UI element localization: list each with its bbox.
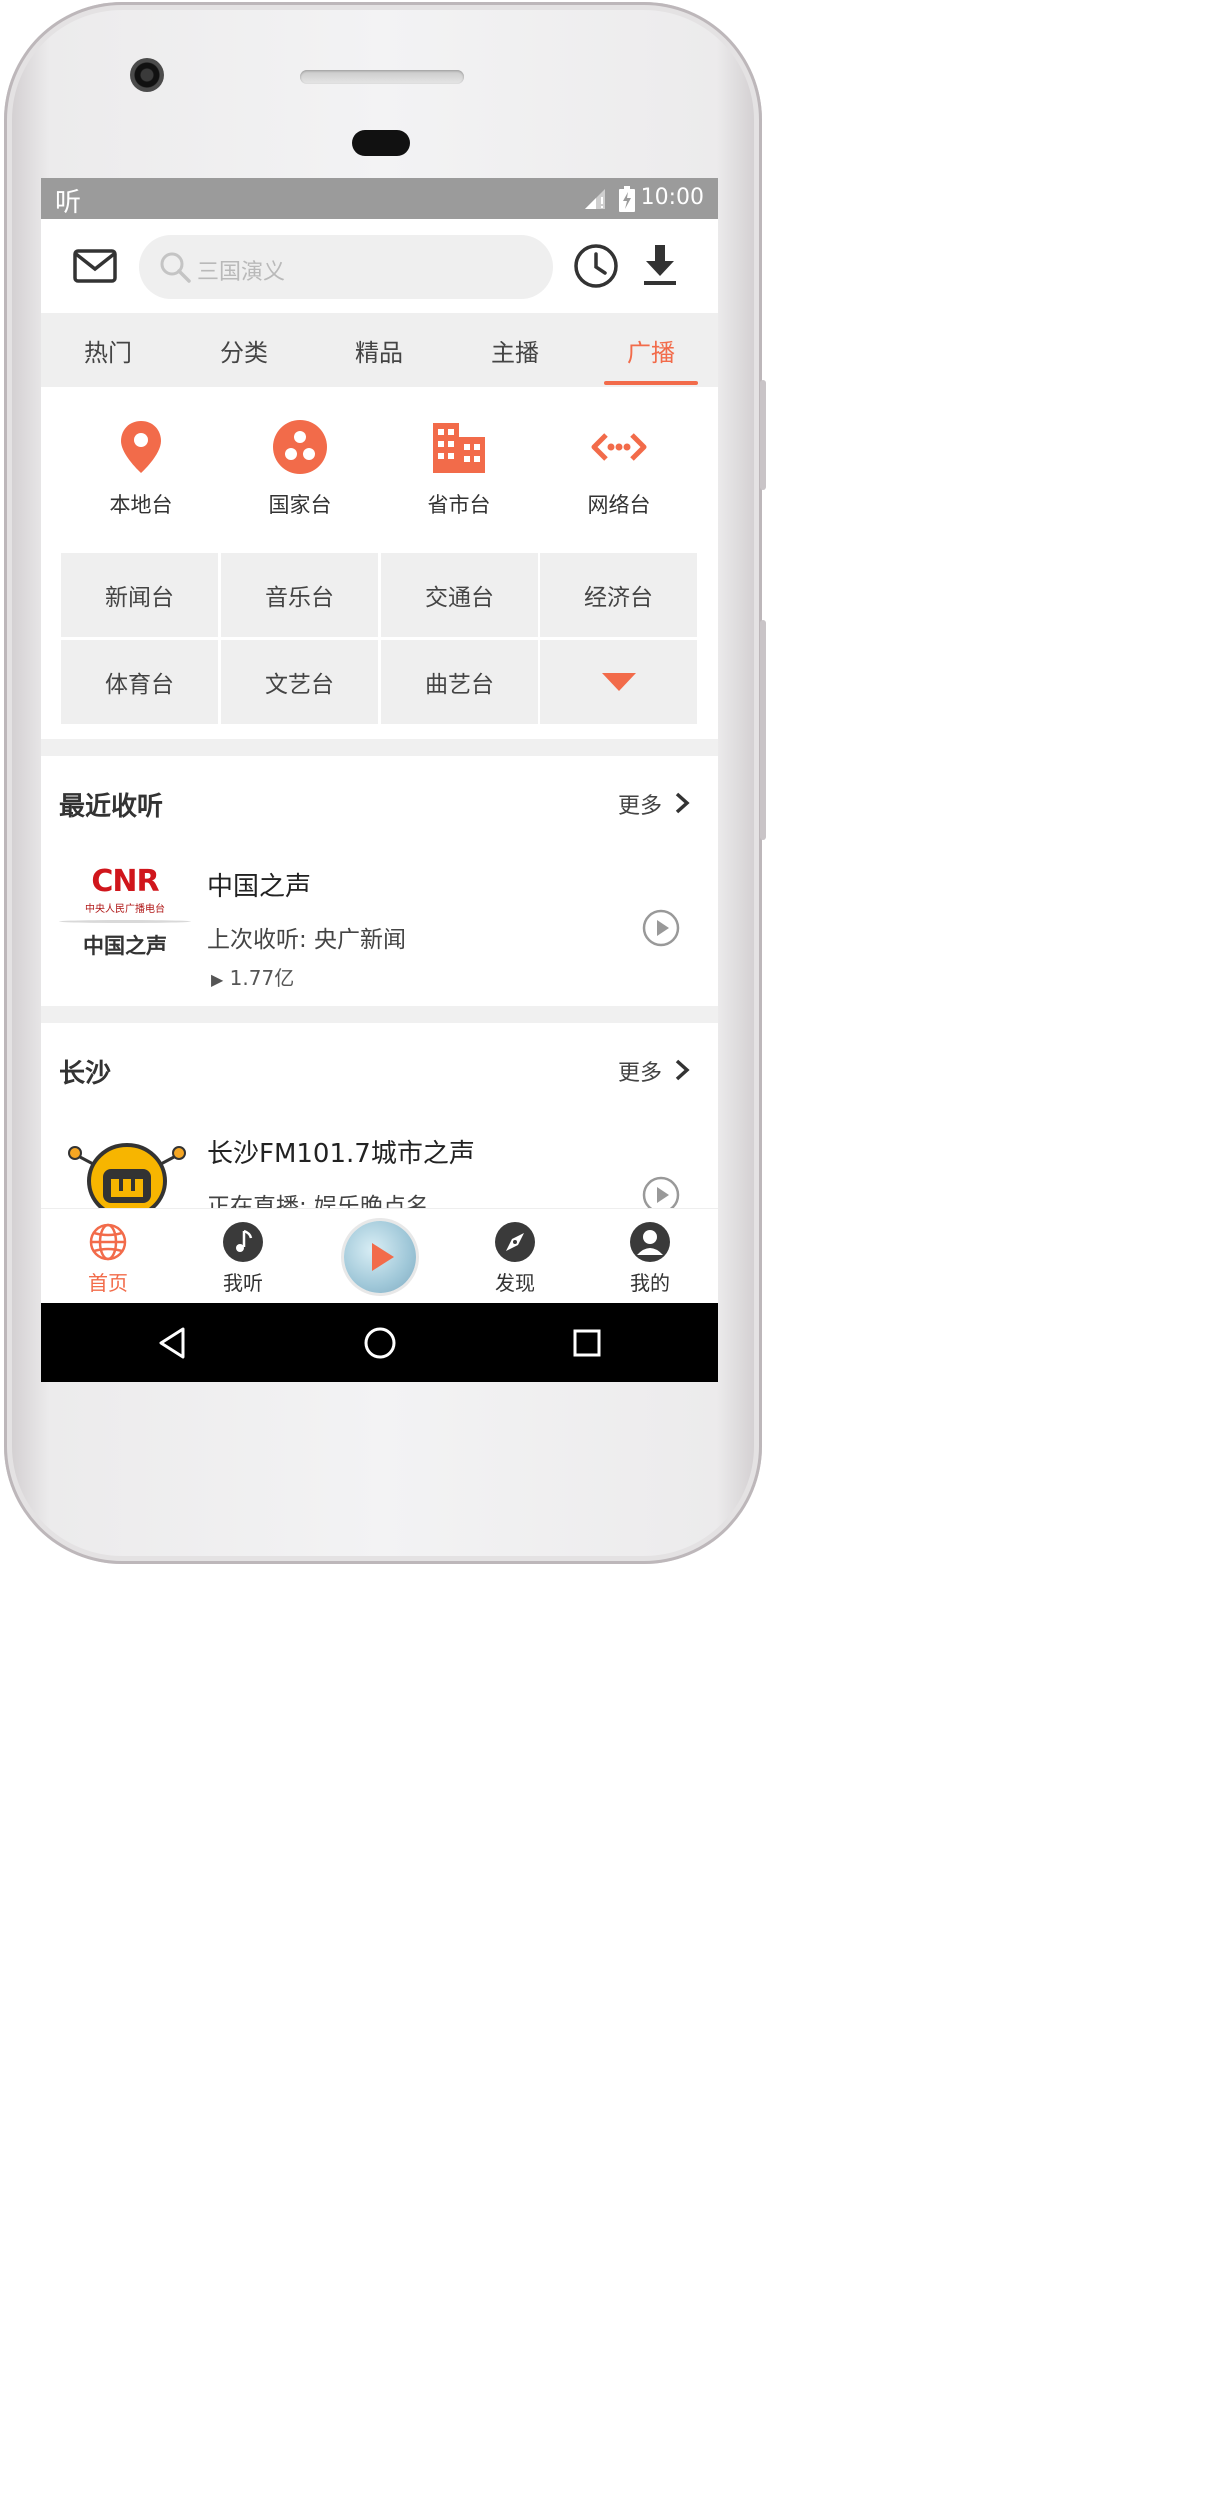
mail-icon[interactable] bbox=[73, 249, 117, 283]
expand-genres-button[interactable] bbox=[540, 640, 697, 724]
station-name[interactable]: 中国之声 bbox=[207, 866, 311, 903]
genre-arts[interactable]: 文艺台 bbox=[221, 640, 378, 724]
genre-folk-arts[interactable]: 曲艺台 bbox=[381, 640, 538, 724]
category-network[interactable]: 网络台 bbox=[559, 417, 679, 519]
logo-divider bbox=[59, 920, 191, 923]
cnr-logo-sub: 中央人民广播电台 bbox=[85, 904, 165, 915]
play-circle-icon[interactable] bbox=[642, 909, 680, 947]
clock-time: 10:00 bbox=[640, 185, 704, 210]
building-icon bbox=[433, 423, 485, 473]
local-section: 长沙 更多 长沙FM101.7城市之声 正在直播: 娱乐晚点名 bbox=[41, 1023, 718, 1220]
user-icon bbox=[630, 1222, 670, 1262]
globe-icon bbox=[89, 1223, 127, 1261]
dots-circle-icon bbox=[273, 420, 327, 474]
recents-icon[interactable] bbox=[569, 1325, 605, 1361]
nav-label: 我听 bbox=[223, 1271, 263, 1295]
screen: 听 10:00 三国演义 热门 分类 精品 主播 广播 本地台 国家台 省市台 … bbox=[41, 178, 718, 1382]
genre-economy[interactable]: 经济台 bbox=[540, 553, 697, 637]
location-pin-icon bbox=[121, 421, 161, 473]
category-local[interactable]: 本地台 bbox=[81, 417, 201, 519]
bottom-nav: 首页 我听 发现 我的 bbox=[41, 1208, 718, 1303]
back-icon[interactable] bbox=[155, 1325, 191, 1361]
category-label: 本地台 bbox=[109, 493, 173, 517]
battery-icon bbox=[619, 186, 635, 212]
tab-hosts[interactable]: 主播 bbox=[460, 333, 570, 368]
category-label: 网络台 bbox=[587, 493, 651, 517]
chevron-right-icon[interactable] bbox=[674, 1058, 690, 1082]
category-tabs: 热门 分类 精品 主播 广播 bbox=[41, 313, 718, 387]
genre-music[interactable]: 音乐台 bbox=[221, 553, 378, 637]
category-label: 省市台 bbox=[427, 493, 491, 517]
network-icon bbox=[591, 433, 647, 461]
earpiece-speaker bbox=[300, 70, 464, 84]
play-count: ▶ 1.77亿 bbox=[211, 962, 294, 991]
section-title: 长沙 bbox=[59, 1059, 112, 1089]
genre-news[interactable]: 新闻台 bbox=[61, 553, 218, 637]
recent-section: 最近收听 更多 CNR 中央人民广播电台 中国之声 中国之声 上次收听: 央广新… bbox=[41, 756, 718, 1006]
genre-grid: 新闻台 音乐台 交通台 经济台 体育台 文艺台 曲艺台 bbox=[61, 553, 699, 725]
genre-sports[interactable]: 体育台 bbox=[61, 640, 218, 724]
play-icon bbox=[372, 1243, 394, 1271]
nav-label: 发现 bbox=[495, 1271, 535, 1295]
category-provincial[interactable]: 省市台 bbox=[399, 417, 519, 519]
station-name[interactable]: 长沙FM101.7城市之声 bbox=[207, 1133, 475, 1170]
nav-label: 我的 bbox=[630, 1271, 670, 1295]
cnr-logo-text: CNR bbox=[91, 864, 159, 899]
category-label: 国家台 bbox=[268, 493, 332, 517]
section-title: 最近收听 bbox=[59, 792, 164, 822]
system-nav-bar bbox=[41, 1303, 718, 1382]
home-icon[interactable] bbox=[362, 1325, 398, 1361]
music-note-icon bbox=[223, 1222, 263, 1262]
compass-icon bbox=[495, 1222, 535, 1262]
play-count-value: 1.77亿 bbox=[229, 966, 295, 990]
status-bar: 听 10:00 bbox=[41, 178, 718, 219]
genre-traffic[interactable]: 交通台 bbox=[381, 553, 538, 637]
nav-profile[interactable]: 我的 bbox=[600, 1221, 700, 1296]
front-camera bbox=[130, 58, 164, 92]
more-link[interactable]: 更多 bbox=[618, 1055, 662, 1087]
tab-premium[interactable]: 精品 bbox=[324, 333, 434, 368]
history-clock-icon[interactable] bbox=[573, 243, 619, 289]
now-playing-button[interactable] bbox=[344, 1221, 416, 1293]
cnr-logo-name: 中国之声 bbox=[83, 934, 167, 958]
nav-label: 首页 bbox=[88, 1271, 128, 1295]
chevron-right-icon[interactable] bbox=[674, 791, 690, 815]
power-button bbox=[760, 620, 766, 840]
last-listened: 上次收听: 央广新闻 bbox=[207, 927, 407, 953]
search-icon bbox=[160, 252, 191, 283]
caret-down-icon bbox=[601, 673, 636, 691]
signal-icon bbox=[585, 189, 605, 209]
station-logo-cnr: CNR 中央人民广播电台 中国之声 bbox=[59, 864, 191, 964]
proximity-sensor bbox=[352, 130, 410, 156]
search-input[interactable]: 三国演义 bbox=[139, 235, 553, 299]
nav-home[interactable]: 首页 bbox=[58, 1221, 158, 1296]
app-glyph: 听 bbox=[55, 188, 82, 218]
search-placeholder: 三国演义 bbox=[197, 260, 286, 285]
station-logo-changsha bbox=[68, 1143, 186, 1211]
nav-discover[interactable]: 发现 bbox=[465, 1221, 565, 1296]
tab-categories[interactable]: 分类 bbox=[189, 333, 299, 368]
top-bar: 三国演义 bbox=[41, 219, 718, 313]
category-national[interactable]: 国家台 bbox=[240, 417, 360, 519]
play-count-icon: ▶ bbox=[211, 970, 224, 989]
tab-radio[interactable]: 广播 bbox=[596, 333, 706, 368]
more-link[interactable]: 更多 bbox=[618, 788, 662, 820]
radio-category-panel: 本地台 国家台 省市台 网络台 新闻台 音乐台 交通台 经济台 体育台 文艺台 … bbox=[41, 387, 718, 739]
active-tab-underline bbox=[604, 381, 698, 385]
download-icon[interactable] bbox=[641, 243, 679, 287]
tab-hot[interactable]: 热门 bbox=[53, 333, 163, 368]
volume-button bbox=[760, 380, 766, 490]
nav-listen[interactable]: 我听 bbox=[193, 1221, 293, 1296]
